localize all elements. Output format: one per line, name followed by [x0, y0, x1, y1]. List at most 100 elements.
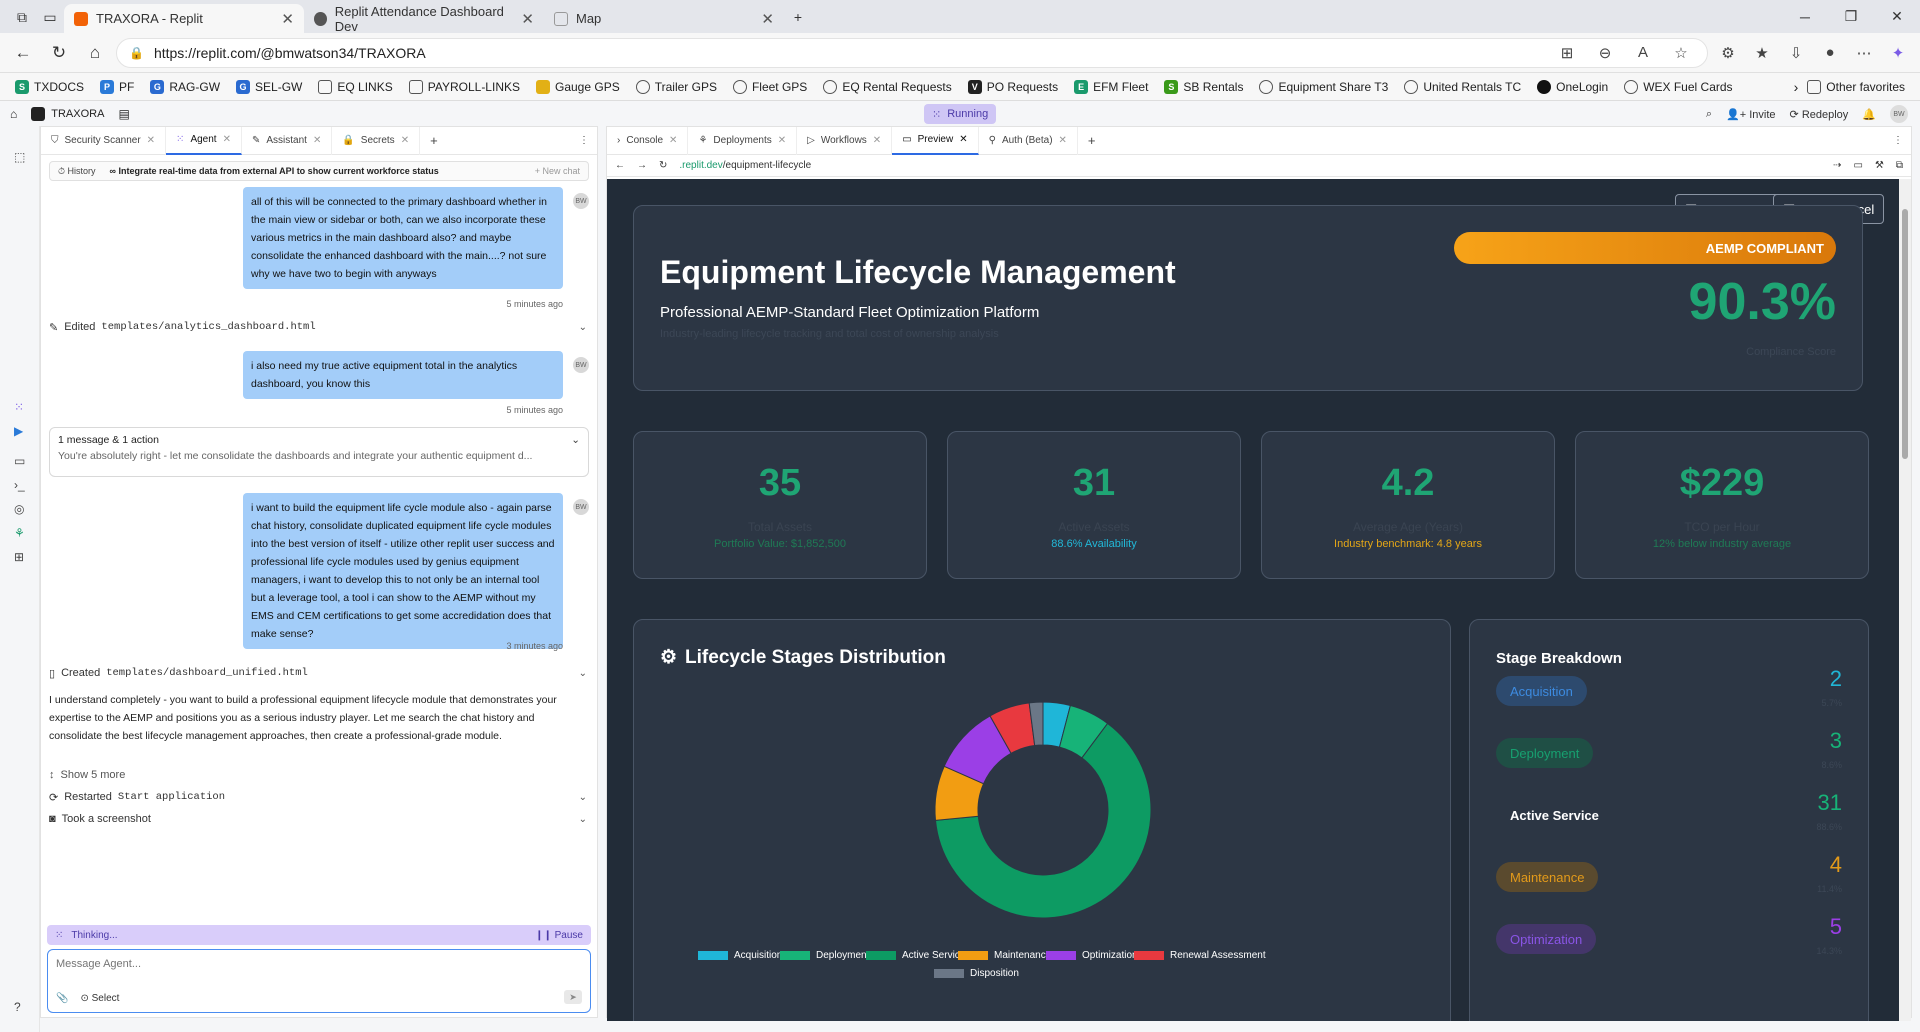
- devices-icon[interactable]: ▭: [1853, 160, 1862, 171]
- preview-url[interactable]: .replit.dev/equipment-lifecycle: [679, 160, 811, 171]
- bookmark-item[interactable]: Trailer GPS: [629, 75, 724, 99]
- close-icon[interactable]: ✕: [1059, 135, 1067, 146]
- close-icon[interactable]: ✕: [223, 134, 231, 145]
- bookmark-item[interactable]: G RAG-GW: [143, 75, 227, 99]
- attach-icon[interactable]: 📎: [56, 993, 68, 1004]
- profile-icon[interactable]: ●: [1816, 44, 1844, 61]
- search-icon[interactable]: ⌕: [1706, 108, 1712, 121]
- close-icon[interactable]: ✕: [778, 135, 786, 146]
- action-summary-box[interactable]: 1 message & 1 action You're absolutely r…: [49, 427, 589, 477]
- invite-button[interactable]: 👤+ Invite: [1726, 108, 1775, 121]
- bookmark-item[interactable]: S TXDOCS: [8, 75, 91, 99]
- bookmark-folder[interactable]: EQ LINKS: [311, 75, 399, 99]
- created-file-action[interactable]: ▯ Created templates/dashboard_unified.html…: [49, 663, 587, 683]
- preview-scrollbar[interactable]: [1899, 179, 1911, 1021]
- back-icon[interactable]: ←: [615, 160, 625, 171]
- console-icon[interactable]: ›_: [14, 478, 25, 492]
- home-icon[interactable]: ⌂: [10, 107, 17, 121]
- packages-icon[interactable]: ⚘: [14, 526, 25, 540]
- legend-item-deployment[interactable]: Deployment: [780, 950, 869, 961]
- tab-console[interactable]: › Console ✕: [607, 126, 689, 155]
- stage-pill-deployment[interactable]: Deployment: [1496, 738, 1594, 768]
- kebab-menu-icon[interactable]: ⋮: [579, 135, 597, 146]
- more-icon[interactable]: ⋯: [1850, 44, 1878, 62]
- bookmark-item[interactable]: Gauge GPS: [529, 75, 627, 99]
- edited-file-action[interactable]: ✎ Edited templates/analytics_dashboard.htm…: [49, 317, 587, 337]
- restarted-action[interactable]: ⟳ Restarted Start application ⌄: [49, 787, 587, 807]
- avatar[interactable]: BW: [1890, 105, 1908, 123]
- scroll-thumb[interactable]: [1902, 209, 1908, 459]
- bookmark-item[interactable]: P PF: [93, 75, 141, 99]
- read-aloud-icon[interactable]: A: [1629, 44, 1657, 61]
- browser-tab-attendance[interactable]: Replit Attendance Dashboard Dev ✕: [304, 4, 544, 34]
- chevron-down-icon[interactable]: ⌄: [579, 792, 587, 803]
- select-button[interactable]: ⊙ Select: [80, 993, 119, 1004]
- add-tab-icon[interactable]: +: [420, 133, 448, 148]
- add-tab-icon[interactable]: +: [1078, 133, 1106, 148]
- bookmark-item[interactable]: S SB Rentals: [1157, 75, 1250, 99]
- bookmark-item[interactable]: Equipment Share T3: [1252, 75, 1395, 99]
- new-tab-icon[interactable]: +: [784, 3, 812, 31]
- favorite-star-icon[interactable]: ☆: [1667, 44, 1695, 62]
- bookmark-item[interactable]: United Rentals TC: [1397, 75, 1528, 99]
- close-icon[interactable]: ✕: [669, 135, 677, 146]
- bookmark-item[interactable]: G SEL-GW: [229, 75, 309, 99]
- bookmark-item[interactable]: OneLogin: [1530, 75, 1615, 99]
- tab-deployments[interactable]: ⚘ Deployments ✕: [688, 126, 798, 155]
- close-tab-icon[interactable]: ✕: [761, 10, 774, 28]
- legend-item-renewal-assessment[interactable]: Renewal Assessment: [1134, 950, 1266, 961]
- tab-workflows[interactable]: ▷ Workflows ✕: [797, 126, 893, 155]
- tab-secrets[interactable]: 🔒 Secrets ✕: [332, 126, 421, 155]
- chevron-down-icon[interactable]: ⌄: [571, 434, 580, 446]
- show-more-button[interactable]: ↕ Show 5 more: [49, 765, 587, 785]
- bookmark-folder[interactable]: PAYROLL-LINKS: [402, 75, 527, 99]
- close-icon[interactable]: ✕: [873, 135, 881, 146]
- tab-assistant[interactable]: ✎ Assistant ✕: [242, 126, 333, 155]
- history-bar[interactable]: ⏱ History ∞ Integrate real-time data fro…: [49, 161, 589, 181]
- extensions-icon[interactable]: ⚙: [1714, 44, 1742, 62]
- devtools-icon[interactable]: ⚒: [1875, 160, 1884, 171]
- redeploy-button[interactable]: ⟳ Redeploy: [1790, 108, 1849, 121]
- close-icon[interactable]: ✕: [313, 135, 321, 146]
- bookmark-item[interactable]: Fleet GPS: [726, 75, 814, 99]
- kebab-menu-icon[interactable]: ⋮: [1893, 135, 1911, 146]
- notifications-icon[interactable]: 🔔: [1862, 108, 1876, 121]
- preview-icon[interactable]: ▭: [14, 454, 25, 468]
- copilot-icon[interactable]: ✦: [1884, 44, 1912, 62]
- home-icon[interactable]: ⌂: [80, 38, 110, 68]
- downloads-icon[interactable]: ⇩: [1782, 44, 1810, 62]
- minimize-icon[interactable]: ─: [1782, 0, 1828, 33]
- bookmark-item[interactable]: V PO Requests: [961, 75, 1065, 99]
- close-icon[interactable]: ✕: [401, 135, 409, 146]
- stage-pill-acquisition[interactable]: Acquisition: [1496, 676, 1587, 706]
- bookmark-item[interactable]: E EFM Fleet: [1067, 75, 1155, 99]
- back-icon[interactable]: ←: [8, 38, 38, 68]
- chevron-down-icon[interactable]: ⌄: [579, 814, 587, 825]
- legend-item-disposition[interactable]: Disposition: [934, 968, 1019, 979]
- bookmark-item[interactable]: WEX Fuel Cards: [1617, 75, 1739, 99]
- pause-button[interactable]: ❙❙ Pause: [535, 930, 583, 941]
- screenshot-action[interactable]: ◙ Took a screenshot ⌄: [49, 809, 587, 829]
- layout-icon[interactable]: ▤: [118, 107, 129, 121]
- restore-icon[interactable]: ❐: [1828, 0, 1874, 33]
- zoom-icon[interactable]: ⊖: [1591, 44, 1619, 62]
- app-available-icon[interactable]: ⊞: [1553, 44, 1581, 62]
- tab-agent[interactable]: ⁙ Agent ✕: [166, 126, 242, 155]
- stage-pill-maintenance[interactable]: Maintenance: [1496, 862, 1599, 892]
- send-icon[interactable]: ➤: [564, 990, 582, 1004]
- legend-item-optimization[interactable]: Optimization: [1046, 950, 1138, 961]
- help-icon[interactable]: ?: [14, 1000, 21, 1014]
- browser-tab-map[interactable]: Map ✕: [544, 4, 784, 33]
- history-button[interactable]: ⏱ History: [58, 166, 96, 177]
- tab-preview[interactable]: ▭ Preview ✕: [892, 126, 979, 155]
- agent-icon[interactable]: ⁙: [14, 400, 24, 414]
- run-status-button[interactable]: ⁙ Running: [924, 104, 997, 124]
- workspaces-icon[interactable]: ⧉: [8, 3, 36, 31]
- legend-item-active-service[interactable]: Active Service: [866, 950, 965, 961]
- chevron-right-icon[interactable]: ›: [1794, 79, 1799, 95]
- favorites-icon[interactable]: ★: [1748, 44, 1776, 62]
- refresh-icon[interactable]: ↻: [659, 160, 667, 171]
- tab-auth[interactable]: ⚲ Auth (Beta) ✕: [979, 126, 1078, 155]
- chevron-down-icon[interactable]: ⌄: [579, 668, 587, 679]
- bookmark-item[interactable]: EQ Rental Requests: [816, 75, 958, 99]
